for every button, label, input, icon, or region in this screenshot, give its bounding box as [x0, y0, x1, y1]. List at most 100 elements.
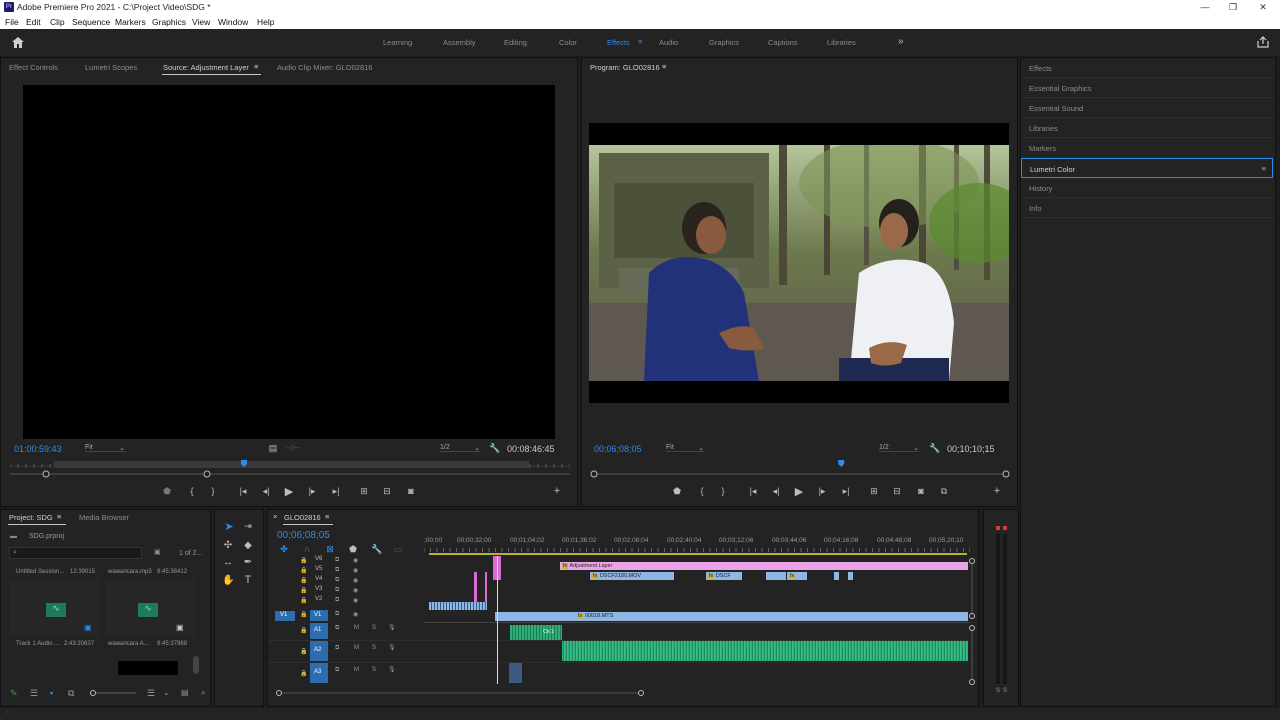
- tab-lumetri-scopes[interactable]: Lumetri Scopes: [85, 63, 137, 72]
- sync-lock-icon[interactable]: ⧉: [335, 577, 339, 584]
- clip-a2-audio[interactable]: [562, 641, 968, 661]
- menu-clip[interactable]: Clip: [50, 17, 65, 27]
- lock-icon[interactable]: 🔒: [300, 587, 307, 594]
- tab-sequence[interactable]: GLO02816: [284, 513, 321, 522]
- step-back-icon[interactable]: ◂|: [261, 486, 271, 497]
- source-fit-dropdown[interactable]: Fit ⌄: [85, 444, 125, 452]
- project-thumbnail[interactable]: [118, 661, 178, 675]
- mute-icon[interactable]: M: [354, 667, 359, 673]
- menu-file[interactable]: File: [5, 17, 19, 27]
- lock-icon[interactable]: 🔒: [300, 670, 307, 677]
- export-frame-icon[interactable]: ◙: [405, 486, 417, 496]
- sync-lock-icon[interactable]: ⧉: [335, 667, 339, 674]
- eye-icon[interactable]: ◉: [353, 577, 358, 584]
- pen-tool-icon[interactable]: ✒: [242, 557, 254, 568]
- solo-right[interactable]: S: [1003, 688, 1007, 694]
- wrench-icon[interactable]: 🔧: [489, 443, 500, 454]
- menu-sequence[interactable]: Sequence: [72, 17, 110, 27]
- clip-a1-audio[interactable]: Ch 1: [510, 625, 562, 640]
- workspace-learning[interactable]: Learning: [383, 38, 412, 47]
- eye-icon[interactable]: ◉: [353, 567, 358, 574]
- solo-icon[interactable]: S: [372, 667, 376, 673]
- play-icon[interactable]: ▶: [284, 485, 294, 498]
- project-item-name[interactable]: wawancara A...: [108, 641, 149, 647]
- timeline-settings-icon[interactable]: 🔧: [371, 544, 382, 555]
- workspace-assembly[interactable]: Assembly: [443, 38, 476, 47]
- track-select-tool-icon[interactable]: ⇥: [242, 521, 254, 532]
- source-timecode[interactable]: 01:00:59:43: [14, 444, 62, 454]
- project-panel-menu-icon[interactable]: ≡: [57, 512, 61, 521]
- track-label-v2[interactable]: V2: [315, 596, 322, 602]
- zoom-slider[interactable]: [90, 688, 136, 698]
- workspace-color[interactable]: Color: [559, 38, 577, 47]
- timeline-menu-icon[interactable]: ≡: [325, 512, 329, 521]
- mute-icon[interactable]: M: [354, 645, 359, 651]
- sync-lock-icon[interactable]: ⧉: [335, 587, 339, 594]
- panel-effects[interactable]: Effects: [1021, 58, 1273, 78]
- comparison-view-icon[interactable]: ⧉: [937, 486, 951, 497]
- insert-button-icon[interactable]: ⊞: [357, 486, 371, 497]
- timeline-vertical-scrollbar[interactable]: [968, 557, 976, 685]
- lock-icon[interactable]: 🔒: [300, 557, 307, 564]
- track-target-a1[interactable]: A1: [310, 623, 328, 639]
- mark-in-icon[interactable]: {: [187, 486, 197, 496]
- safe-margins-icon[interactable]: ▤: [268, 443, 278, 454]
- go-to-out-icon[interactable]: ▸|: [330, 486, 342, 497]
- selection-tool-icon[interactable]: ➤: [223, 520, 235, 533]
- chevron-down-icon[interactable]: ⌄: [163, 688, 170, 697]
- pencil-icon[interactable]: ✎: [10, 688, 18, 699]
- source-scrubber[interactable]: [10, 460, 570, 482]
- work-area-bar[interactable]: [429, 553, 967, 555]
- panel-libraries[interactable]: Libraries: [1021, 118, 1273, 138]
- clip-dscf[interactable]: fx DSCF: [706, 572, 742, 580]
- program-resolution-dropdown[interactable]: 1/2 ⌄: [879, 444, 919, 452]
- clip-video[interactable]: [766, 572, 786, 580]
- program-scrubber[interactable]: [590, 460, 1012, 482]
- eye-icon[interactable]: ◉: [353, 557, 358, 564]
- add-marker-icon[interactable]: ⬟: [348, 544, 358, 555]
- clip-pink-thin[interactable]: [485, 572, 487, 602]
- panel-essential-sound[interactable]: Essential Sound: [1021, 98, 1273, 118]
- hand-tool-icon[interactable]: ✋: [222, 575, 234, 586]
- play-icon[interactable]: ▶: [794, 485, 804, 498]
- maximize-button[interactable]: ❐: [1218, 0, 1248, 15]
- menu-graphics[interactable]: Graphics: [152, 17, 186, 27]
- linked-selection-icon[interactable]: ⊠: [325, 544, 335, 555]
- project-item-name[interactable]: Untitled Session...: [16, 569, 64, 575]
- tab-audio-clip-mixer[interactable]: Audio Clip Mixer: GLO02816: [277, 63, 372, 72]
- tab-media-browser[interactable]: Media Browser: [79, 513, 129, 522]
- clip-pink-thin[interactable]: [474, 572, 477, 602]
- step-forward-icon[interactable]: |▸: [307, 486, 317, 497]
- button-editor-icon[interactable]: +: [992, 485, 1002, 497]
- project-search-input[interactable]: ⌕: [9, 547, 142, 559]
- program-panel-menu-icon[interactable]: ≡: [662, 62, 666, 71]
- clip-video[interactable]: fx: [787, 572, 807, 580]
- track-target-a3[interactable]: A3: [310, 663, 328, 683]
- menu-markers[interactable]: Markers: [115, 17, 146, 27]
- lock-icon[interactable]: 🔒: [300, 611, 307, 618]
- clip-adjustment-layer[interactable]: fx Adjustment Layer: [560, 562, 968, 570]
- close-button[interactable]: ✕: [1248, 0, 1278, 15]
- sync-lock-icon[interactable]: ⧉: [335, 557, 339, 564]
- find-icon[interactable]: ⌕: [201, 688, 205, 698]
- go-to-out-icon[interactable]: ▸|: [840, 486, 852, 497]
- clip-v1-mts[interactable]: fx 00018.MTS: [495, 612, 968, 621]
- panel-history[interactable]: History: [1021, 178, 1273, 198]
- track-target-a2[interactable]: A2: [310, 641, 328, 661]
- lock-icon[interactable]: 🔒: [300, 648, 307, 655]
- project-thumbnail[interactable]: ∿ ▣: [106, 579, 196, 637]
- source-resolution-dropdown[interactable]: 1/2 ⌄: [440, 444, 480, 452]
- track-target-v1[interactable]: V1: [310, 610, 328, 621]
- ripple-edit-tool-icon[interactable]: ✣: [222, 540, 234, 551]
- extract-icon[interactable]: ⊟: [890, 486, 904, 497]
- panel-markers[interactable]: Markers: [1021, 138, 1273, 158]
- microphone-icon[interactable]: 🎙: [388, 624, 396, 631]
- step-back-icon[interactable]: ◂|: [771, 486, 781, 497]
- source-video-viewer[interactable]: [23, 85, 555, 439]
- program-title[interactable]: Program: GLO02816: [590, 63, 660, 72]
- program-timecode[interactable]: 00;06;08;05: [594, 444, 642, 454]
- project-item-name[interactable]: wawancara.mp3: [108, 569, 152, 575]
- lock-icon[interactable]: 🔒: [300, 597, 307, 604]
- tab-source[interactable]: Source: Adjustment Layer: [163, 63, 249, 72]
- microphone-icon[interactable]: 🎙: [388, 666, 396, 673]
